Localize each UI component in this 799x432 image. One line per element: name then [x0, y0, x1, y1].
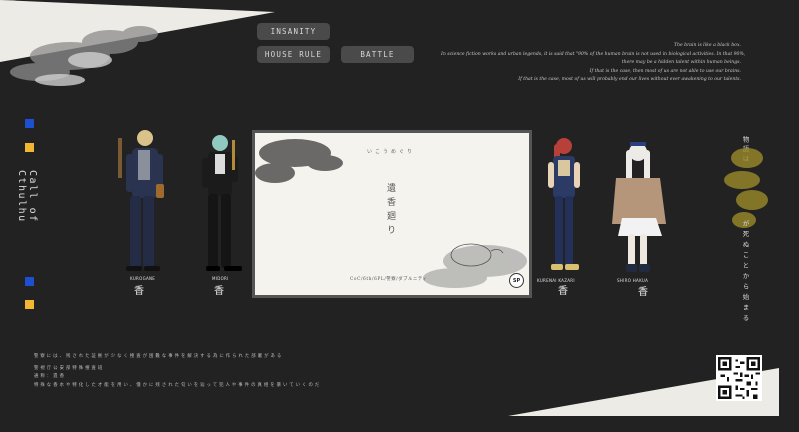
- card-subtitle: いこうめぐり: [367, 149, 416, 155]
- card-meta: CoC/6th/6PL/警察/ダブルニティ: [350, 277, 428, 282]
- yellow-square-marker: [25, 300, 34, 309]
- character-1-figure[interactable]: [112, 124, 174, 282]
- character-2-figure[interactable]: [198, 130, 250, 280]
- synopsis-line: 警察には、残された証拠が少なく捜査が困難な事件を解決する為に作られた部署がある: [34, 354, 284, 359]
- card-title: 遺香廻り: [385, 183, 395, 239]
- yellow-square-marker: [25, 143, 34, 152]
- character-2-name: MIDORI: [212, 276, 229, 281]
- intro-line: The brain is like a black box.: [673, 43, 741, 48]
- house-rule-button[interactable]: HOUSE RULE: [257, 46, 330, 63]
- character-3-kanji: 香: [558, 286, 568, 297]
- character-2-kanji: 香: [214, 286, 224, 297]
- intro-line: If that is the case, then most of us are…: [589, 68, 741, 74]
- character-4-kanji: 香: [638, 287, 648, 298]
- synopsis-line: 警視庁公安部特殊捜査班: [34, 365, 105, 371]
- character-1-name: KUROGANE: [130, 276, 156, 281]
- intro-text: The brain is like a black box. In scienc…: [441, 42, 746, 85]
- blue-square-marker: [25, 277, 34, 286]
- blue-square-marker: [25, 119, 34, 128]
- battle-button[interactable]: BATTLE: [341, 46, 414, 63]
- synopsis-text: 警察には、残された証拠が少なく捜査が困難な事件を解決する為に作られた部署がある …: [34, 353, 321, 390]
- tagline-bottom: が死ぬことから始まる: [741, 220, 749, 325]
- character-4-figure[interactable]: [608, 138, 670, 280]
- intro-line: there may be a hidden talent within huma…: [621, 60, 741, 66]
- character-3-figure[interactable]: [542, 134, 586, 280]
- synopsis-line: 特殊な香水や特化した才能を用い、僅かに残された匂いを辿って犯人や事件の真相を暴い…: [34, 382, 322, 388]
- character-1-kanji: 香: [134, 286, 144, 297]
- intro-line: If that is the case, most of us will pro…: [518, 77, 741, 83]
- vertical-title: Call of Cthulhu: [16, 170, 38, 223]
- top-left-wedge: [0, 0, 275, 86]
- character-3-name: KURENAI KAZARI: [537, 278, 575, 283]
- card-badge: SP: [509, 273, 524, 288]
- synopsis-line: 通称：遺香: [34, 374, 66, 380]
- intro-line: In science fiction works and urban legen…: [441, 51, 746, 57]
- insanity-button[interactable]: INSANITY: [257, 23, 330, 40]
- qr-code-icon[interactable]: [716, 355, 762, 401]
